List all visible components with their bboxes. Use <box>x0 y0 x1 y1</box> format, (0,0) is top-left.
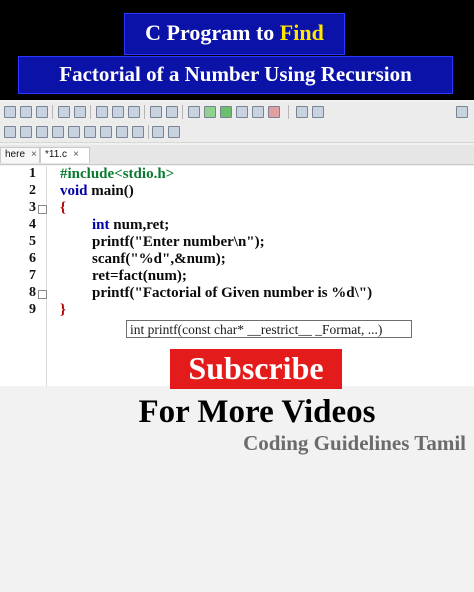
stop-icon[interactable] <box>268 106 280 118</box>
build-icon[interactable] <box>204 106 216 118</box>
title-banner: C Program to Find Factorial of a Number … <box>0 0 474 100</box>
title-line-1-box: C Program to Find <box>124 13 345 55</box>
comment-icon[interactable] <box>68 126 80 138</box>
code-line-4: int num,ret; <box>92 217 169 234</box>
line-number: 7 <box>29 268 36 283</box>
line-number: 4 <box>29 217 36 232</box>
title-line-2: Factorial of a Number Using Recursion <box>59 62 412 86</box>
channel-name: Coding Guidelines Tamil <box>243 431 466 455</box>
settings-icon[interactable] <box>188 106 200 118</box>
keyword: int <box>92 217 110 233</box>
tab-here[interactable]: here × <box>0 147 40 163</box>
cut-icon[interactable] <box>96 106 108 118</box>
toolbar-separator <box>52 105 53 119</box>
line-number: 3 <box>29 200 36 215</box>
unindent-icon[interactable] <box>116 126 128 138</box>
tab-11c[interactable]: *11.c × <box>40 147 90 163</box>
tab-label: here <box>5 149 26 160</box>
window-icon[interactable] <box>152 126 164 138</box>
toolbar-separator <box>144 105 145 119</box>
subscribe-text: Subscribe <box>188 350 324 386</box>
fullscreen-icon[interactable] <box>168 126 180 138</box>
replace-icon[interactable] <box>166 106 178 118</box>
toolbar-main <box>0 102 474 123</box>
title-highlight: Find <box>279 20 324 45</box>
undo-icon[interactable] <box>58 106 70 118</box>
toolbar-separator <box>148 125 149 139</box>
close-icon[interactable]: × <box>73 149 79 160</box>
tab-label: *11.c <box>45 149 68 160</box>
ide-window: here × *11.c × 1 2 3 4 5 6 7 8 9 #include<… <box>0 100 474 592</box>
debug-icon[interactable] <box>296 106 308 118</box>
save-icon[interactable] <box>36 106 48 118</box>
bookmark-icon[interactable] <box>4 126 16 138</box>
find-icon[interactable] <box>150 106 162 118</box>
subscribe-banner: Subscribe <box>170 349 342 389</box>
title-line-2-box: Factorial of a Number Using Recursion <box>18 56 453 94</box>
code-text: main() <box>87 183 134 199</box>
copy-icon[interactable] <box>112 106 124 118</box>
line-number: 2 <box>29 183 36 198</box>
redo-icon[interactable] <box>74 106 86 118</box>
jump-icon[interactable] <box>52 126 64 138</box>
title-prefix: C Program to <box>145 20 280 45</box>
indent-icon[interactable] <box>100 126 112 138</box>
next-bookmark-icon[interactable] <box>20 126 32 138</box>
toolbar-separator <box>90 105 91 119</box>
toggle-icon[interactable] <box>132 126 144 138</box>
uncomment-icon[interactable] <box>84 126 96 138</box>
code-line-2: void main() <box>60 183 134 200</box>
editor-tabs: here × *11.c × <box>0 145 474 165</box>
toolbar-secondary <box>0 122 474 143</box>
code-line-3: { <box>60 200 66 216</box>
open-file-icon[interactable] <box>20 106 32 118</box>
build-run-icon[interactable] <box>236 106 248 118</box>
line-number-gutter: 1 2 3 4 5 6 7 8 9 <box>0 166 47 386</box>
code-line-1: #include<stdio.h> <box>60 166 175 182</box>
rebuild-icon[interactable] <box>252 106 264 118</box>
code-line-7: ret=fact(num); <box>92 268 187 284</box>
run-icon[interactable] <box>220 106 232 118</box>
fold-toggle-icon[interactable] <box>38 290 47 299</box>
code-line-8: printf("Factorial of Given number is %d\… <box>92 285 373 301</box>
toolbar-separator <box>288 105 289 119</box>
code-text: num,ret; <box>109 217 170 233</box>
toolbar-separator <box>182 105 183 119</box>
line-number: 9 <box>29 302 36 317</box>
new-file-icon[interactable] <box>4 106 16 118</box>
code-line-6: scanf("%d",&num); <box>92 251 226 267</box>
more-videos-text: For More Videos <box>138 394 376 430</box>
line-number: 6 <box>29 251 36 266</box>
code-line-9: } <box>60 302 66 318</box>
fold-toggle-icon[interactable] <box>38 205 47 214</box>
keyword: void <box>60 183 88 199</box>
line-number: 5 <box>29 234 36 249</box>
line-number: 8 <box>29 285 36 300</box>
line-number: 1 <box>29 166 36 181</box>
title-line-1: C Program to Find <box>125 20 344 46</box>
paste-icon[interactable] <box>128 106 140 118</box>
close-icon[interactable]: × <box>31 149 37 160</box>
prev-bookmark-icon[interactable] <box>36 126 48 138</box>
panel-icon[interactable] <box>456 106 468 118</box>
code-line-5: printf("Enter number\n"); <box>92 234 265 250</box>
function-signature-tooltip: int printf(const char* __restrict__ _For… <box>126 320 412 338</box>
step-icon[interactable] <box>312 106 324 118</box>
